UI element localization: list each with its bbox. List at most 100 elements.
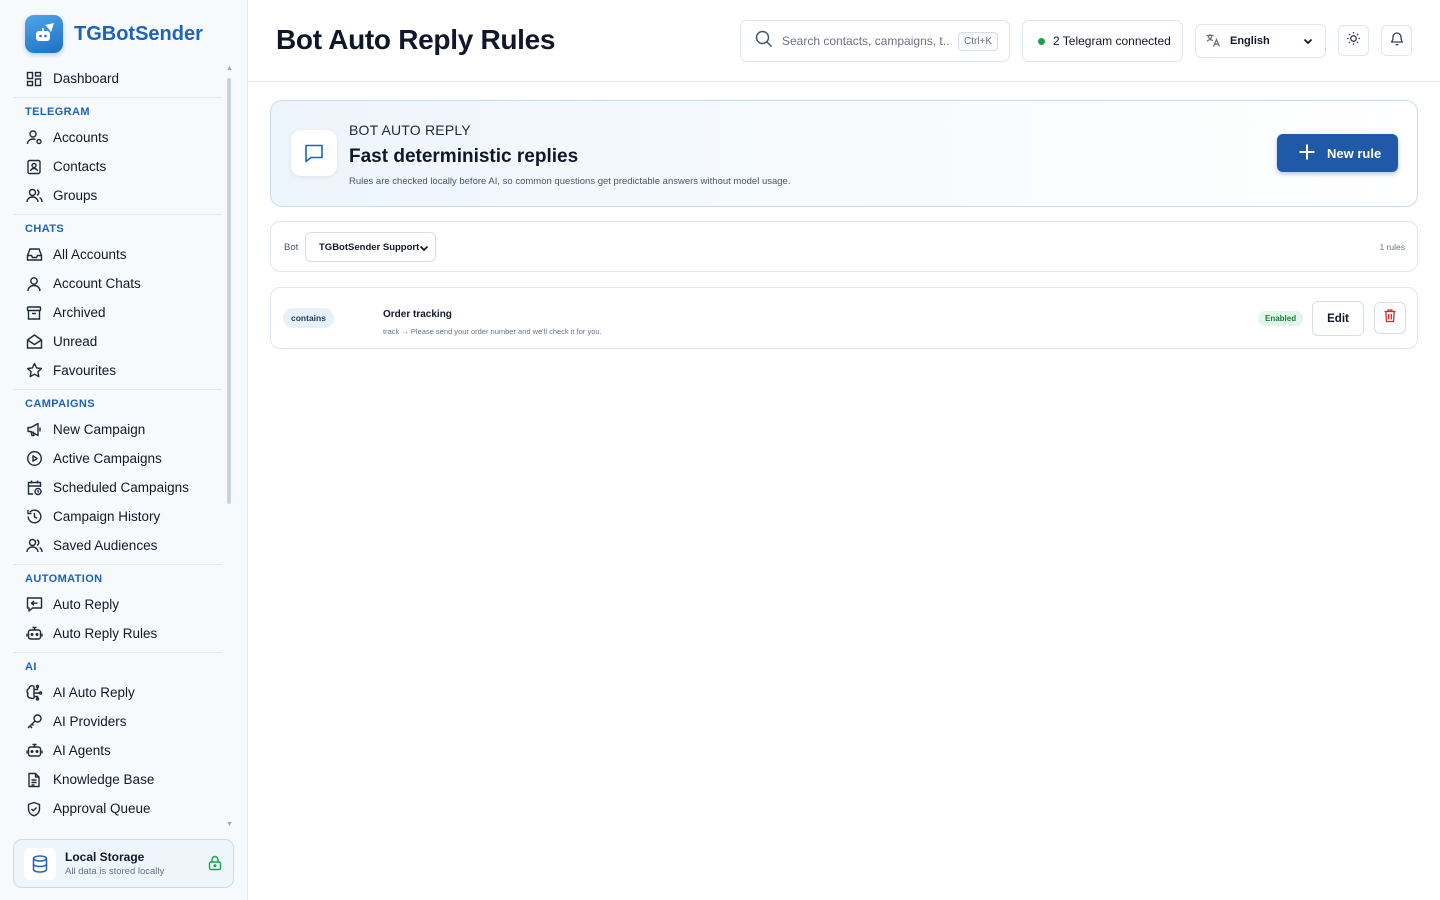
- sidebar-item-account-chats[interactable]: Account Chats: [13, 269, 222, 298]
- sidebar-item-label: Scheduled Campaigns: [53, 480, 189, 495]
- sidebar-scrollbar[interactable]: ▲ ▼: [226, 65, 233, 830]
- sidebar-item-groups[interactable]: Groups: [13, 181, 222, 210]
- sidebar-item-ai-auto-reply[interactable]: AI Auto Reply: [13, 678, 222, 707]
- bot-auto-reply-banner: BOT AUTO REPLY Fast deterministic replie…: [270, 100, 1418, 207]
- connection-status-text: 2 Telegram connected: [1053, 34, 1171, 48]
- chevron-down-icon: [1302, 35, 1314, 50]
- sidebar-item-approval-queue[interactable]: Approval Queue: [13, 794, 222, 823]
- sidebar-item-new-campaign[interactable]: New Campaign: [13, 415, 222, 444]
- sidebar-item-favourites[interactable]: Favourites: [13, 356, 222, 385]
- bot-icon: [25, 625, 43, 643]
- app-logo-icon: [25, 15, 63, 53]
- rule-match-type-badge: contains: [283, 308, 334, 328]
- sidebar-item-label: Approval Queue: [53, 801, 151, 816]
- telegram-connection-status[interactable]: 2 Telegram connected: [1022, 20, 1183, 62]
- sidebar-item-dashboard[interactable]: Dashboard: [13, 64, 222, 93]
- sidebar-item-label: Campaign History: [53, 509, 161, 524]
- sidebar-item-label: Account Chats: [53, 276, 141, 291]
- brand[interactable]: TGBotSender: [25, 15, 203, 53]
- sidebar-item-label: Knowledge Base: [53, 772, 155, 787]
- edit-rule-label: Edit: [1327, 312, 1349, 325]
- sidebar-item-label: Contacts: [53, 159, 107, 174]
- top-header: Bot Auto Reply Rules Search contacts, ca…: [248, 0, 1440, 82]
- history-icon: [25, 508, 43, 526]
- sidebar-item-contacts[interactable]: Contacts: [13, 152, 222, 181]
- key-icon: [25, 713, 43, 731]
- sidebar-divider: [13, 564, 222, 565]
- mail-open-icon: [25, 333, 43, 351]
- sidebar-item-unread[interactable]: Unread: [13, 327, 222, 356]
- bot-filter-label: Bot: [284, 242, 299, 253]
- scroll-down-arrow-icon[interactable]: ▼: [226, 821, 233, 828]
- calendar-clock-icon: [25, 479, 43, 497]
- sidebar-item-saved-audiences[interactable]: Saved Audiences: [13, 531, 222, 560]
- sidebar-item-all-accounts[interactable]: All Accounts: [13, 240, 222, 269]
- user-icon: [25, 275, 43, 293]
- brain-circuit-icon: [25, 684, 43, 702]
- sidebar-section-ai: AI: [25, 661, 37, 673]
- database-icon: [24, 847, 56, 880]
- sidebar-item-ai-agents[interactable]: AI Agents: [13, 736, 222, 765]
- search-shortcut-badge: Ctrl+K: [958, 31, 999, 51]
- sidebar-item-label: New Campaign: [53, 422, 146, 437]
- play-circle-icon: [25, 450, 43, 468]
- sidebar-item-auto-reply-rules[interactable]: Auto Reply Rules: [13, 619, 222, 648]
- message-square-icon: [291, 130, 337, 176]
- sidebar-section-automation: AUTOMATION: [25, 573, 103, 585]
- sidebar-item-label: Saved Audiences: [53, 538, 158, 553]
- sidebar-item-label: Auto Reply Rules: [53, 626, 158, 641]
- sidebar-item-active-campaigns[interactable]: Active Campaigns: [13, 444, 222, 473]
- sidebar-item-label: AI Agents: [53, 743, 111, 758]
- sidebar-item-label: Dashboard: [53, 71, 120, 86]
- user-gear-icon: [25, 129, 43, 147]
- rule-card: contains Order tracking track → Please s…: [270, 287, 1418, 349]
- theme-toggle-button[interactable]: [1338, 25, 1369, 56]
- sidebar-item-accounts[interactable]: Accounts: [13, 123, 222, 152]
- sidebar-item-auto-reply[interactable]: Auto Reply: [13, 590, 222, 619]
- sidebar-item-campaign-history[interactable]: Campaign History: [13, 502, 222, 531]
- trash-icon: [1383, 308, 1397, 328]
- sidebar-item-ai-providers[interactable]: AI Providers: [13, 707, 222, 736]
- sidebar-divider: [13, 389, 222, 390]
- edit-rule-button[interactable]: Edit: [1312, 301, 1364, 336]
- inbox-icon: [25, 246, 43, 264]
- sidebar-item-label: Active Campaigns: [53, 451, 162, 466]
- status-dot: [1038, 37, 1045, 45]
- language-label: English: [1230, 35, 1270, 47]
- local-storage-card: Local Storage All data is stored locally: [13, 839, 234, 888]
- banner-kicker: BOT AUTO REPLY: [349, 122, 471, 138]
- sidebar-section-campaigns: CAMPAIGNS: [25, 398, 96, 410]
- sidebar: TGBotSender Dashboard TELEGRAM Accounts …: [0, 0, 248, 900]
- translate-icon: [1205, 32, 1221, 51]
- sidebar-nav: Dashboard TELEGRAM Accounts Contacts Gro…: [13, 64, 223, 828]
- new-rule-button[interactable]: New rule: [1277, 134, 1398, 172]
- shield-check-icon: [25, 800, 43, 818]
- search-input[interactable]: Search contacts, campaigns, t... Ctrl+K: [740, 20, 1010, 62]
- archive-icon: [25, 304, 43, 322]
- sidebar-item-label: Archived: [53, 305, 106, 320]
- rule-summary: track → Please send your order number an…: [383, 327, 602, 336]
- sidebar-item-scheduled-campaigns[interactable]: Scheduled Campaigns: [13, 473, 222, 502]
- scroll-up-arrow-icon[interactable]: ▲: [226, 65, 233, 72]
- sidebar-section-telegram: TELEGRAM: [25, 106, 90, 118]
- sidebar-item-archived[interactable]: Archived: [13, 298, 222, 327]
- sidebar-item-label: Groups: [53, 188, 98, 203]
- users-icon: [25, 537, 43, 555]
- delete-rule-button[interactable]: [1374, 302, 1406, 334]
- page-title: Bot Auto Reply Rules: [276, 24, 556, 55]
- rule-name: Order tracking: [383, 309, 452, 320]
- sidebar-section-chats: CHATS: [25, 223, 65, 235]
- scrollbar-thumb[interactable]: [227, 78, 231, 504]
- rules-count: 1 rules: [1379, 242, 1405, 252]
- bot-filter-bar: Bot TGBotSender Support 1 rules: [270, 221, 1418, 272]
- plus-icon: [1298, 143, 1316, 164]
- sidebar-item-label: All Accounts: [53, 247, 127, 262]
- sidebar-item-knowledge-base[interactable]: Knowledge Base: [13, 765, 222, 794]
- notifications-button[interactable]: [1381, 25, 1412, 56]
- language-select[interactable]: English: [1195, 24, 1326, 58]
- sidebar-item-label: Favourites: [53, 363, 117, 378]
- sidebar-item-label: Unread: [53, 334, 98, 349]
- bot-select[interactable]: TGBotSender Support: [305, 232, 436, 262]
- sidebar-item-label: Accounts: [53, 130, 109, 145]
- bot-icon: [25, 742, 43, 760]
